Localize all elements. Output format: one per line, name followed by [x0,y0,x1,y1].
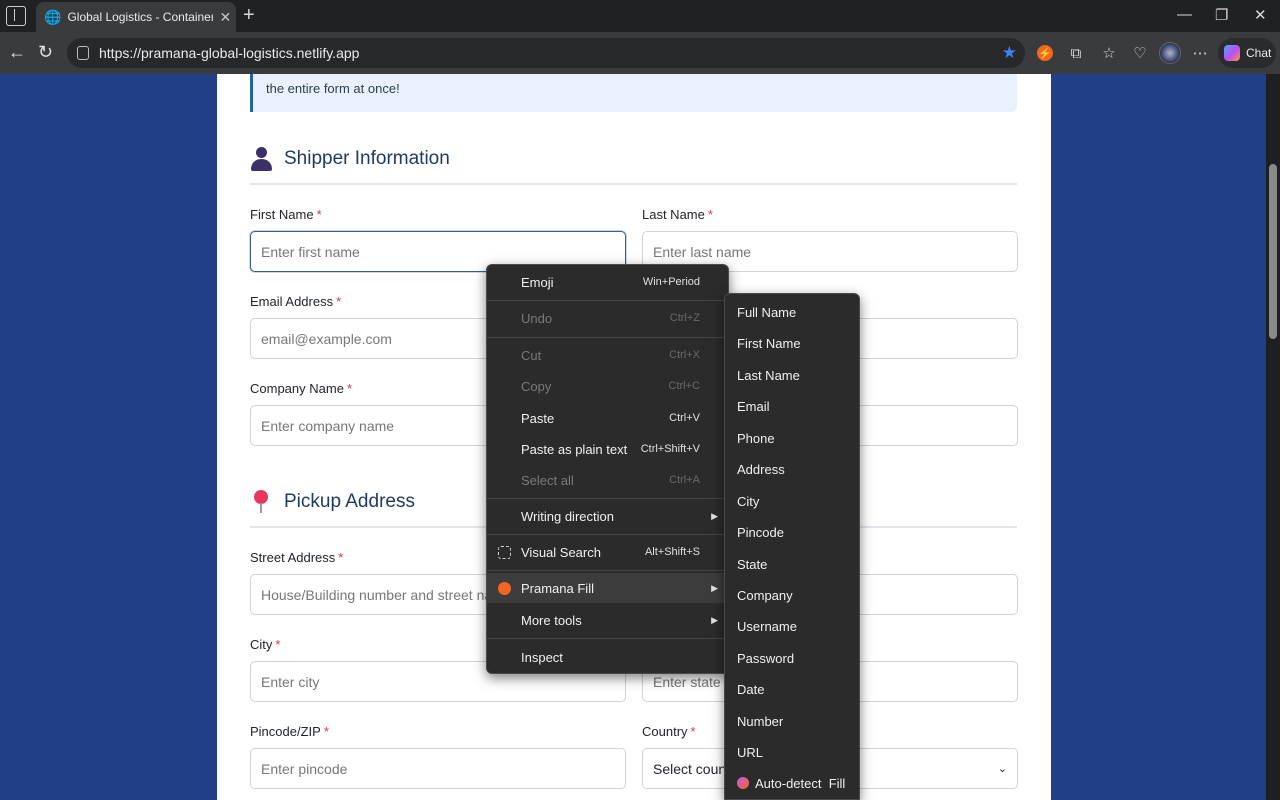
first-name-placeholder: Enter first name [261,243,360,260]
pickup-section-title: Pickup Address [250,490,415,514]
submenu-item-company[interactable]: Company [737,585,793,605]
shipper-section-title: Shipper Information [250,147,450,171]
more-options-icon[interactable]: ⋯ [1190,43,1210,63]
submenu-item-auto-detect[interactable]: Auto-detect Fill [737,773,845,793]
submenu-item-password[interactable]: Password [737,648,794,668]
section-divider [250,183,1017,185]
lock-icon [77,46,89,60]
chevron-right-icon: ▶ [711,614,718,625]
menu-item-pramana-fill[interactable]: Pramana Fill ▶ [487,573,728,603]
info-notice: the entire form at once! [250,74,1017,112]
menu-item-emoji[interactable]: Emoji Win+Period [487,267,728,297]
pincode-placeholder: Enter pincode [261,760,348,777]
extensions-icon[interactable]: ⧉ [1066,43,1086,63]
menu-separator [487,498,728,499]
back-arrow-icon[interactable]: ← [8,41,26,63]
context-menu: Emoji Win+Period Undo Ctrl+Z Cut Ctrl+X Cop… [486,264,729,674]
country-label: Country * [642,724,696,739]
menu-item-paste[interactable]: Paste Ctrl+V [487,403,728,433]
menu-separator [487,570,728,571]
health-icon[interactable]: ♡ [1130,43,1150,63]
email-label: Email Address * [250,294,342,309]
browser-tab[interactable]: 🌐 Global Logistics - Container Shipp ✕ [36,2,236,32]
submenu-item-url[interactable]: URL [737,742,763,762]
state-placeholder: Enter state [653,673,721,690]
menu-item-cut: Cut Ctrl+X [521,347,700,363]
submenu-item-email[interactable]: Email [737,396,770,416]
submenu-item-state[interactable]: State [737,554,767,574]
city-label: City * [250,637,281,652]
tab-close-icon[interactable]: ✕ [219,9,231,26]
chevron-right-icon: ▶ [711,582,718,593]
scrollbar-thumb[interactable] [1269,164,1277,339]
auto-detect-icon [737,777,749,789]
auto-detect-label: Auto-detect Fill [755,775,846,791]
country-value: Select countr [653,760,735,777]
menu-item-more-tools[interactable]: More tools ▶ [487,605,728,635]
visual-search-icon [498,545,511,559]
browser-toolbar: ← ↻ https://pramana-global-logistics.net… [0,32,1280,74]
pramana-fill-submenu: Full Name First Name Last Name Email Pho… [724,293,860,800]
browser-titlebar: 🌐 Global Logistics - Container Shipp ✕ +… [0,0,1280,32]
menu-item-undo: Undo Ctrl+Z [521,310,700,326]
menu-item-paste-plain[interactable]: Paste as plain text Ctrl+Shift+V [487,434,728,464]
refresh-icon[interactable]: ↻ [38,41,53,63]
city-placeholder: Enter city [261,673,320,690]
pramana-extension-icon[interactable]: ⚡ [1037,45,1053,61]
submenu-item-full-name[interactable]: Full Name [737,302,796,322]
first-name-label: First Name * [250,207,322,222]
restore-button[interactable]: ❐ [1215,6,1228,24]
last-name-placeholder: Enter last name [653,243,752,260]
favorites-icon[interactable]: ☆ [1099,43,1119,63]
notice-text: the entire form at once! [266,81,400,96]
submenu-item-date[interactable]: Date [737,679,764,699]
submenu-item-city[interactable]: City [737,491,759,511]
close-window-button[interactable]: ✕ [1254,6,1267,24]
favorite-star-icon[interactable]: ★ [1002,43,1017,63]
company-placeholder: Enter company name [261,417,395,434]
submenu-item-last-name[interactable]: Last Name [737,365,800,385]
chat-label: Chat [1246,46,1272,60]
last-name-label: Last Name * [642,207,713,222]
submenu-item-phone[interactable]: Phone [737,428,775,448]
menu-item-inspect[interactable]: Inspect [487,642,728,672]
submenu-item-number[interactable]: Number [737,711,783,731]
map-pin-icon [253,490,269,514]
street-label: Street Address * [250,550,344,565]
profile-avatar[interactable] [1159,42,1181,64]
street-placeholder: House/Building number and street name [261,586,512,603]
address-bar[interactable]: https://pramana-global-logistics.netlify… [67,38,1025,68]
submenu-item-username[interactable]: Username [737,616,797,636]
chevron-right-icon: ▶ [711,510,718,521]
menu-item-copy: Copy Ctrl+C [521,378,700,394]
tab-title: Global Logistics - Container Shipp [67,10,214,24]
menu-item-select-all: Select all Ctrl+A [521,472,700,488]
pramana-icon [498,581,511,595]
submenu-item-address[interactable]: Address [737,459,785,479]
person-icon [250,147,272,171]
email-placeholder: email@example.com [261,330,392,347]
submenu-item-pincode[interactable]: Pincode [737,522,784,542]
copilot-chat-button[interactable]: Chat [1218,38,1276,68]
pincode-label: Pincode/ZIP * [250,724,329,739]
new-tab-button[interactable]: + [243,4,255,26]
menu-item-writing-direction[interactable]: Writing direction ▶ [487,501,728,531]
pickup-title-text: Pickup Address [284,491,415,512]
globe-icon: 🌐 [44,8,62,25]
menu-separator [487,534,728,535]
tab-actions-icon[interactable] [6,6,26,26]
menu-separator [487,300,728,301]
chevron-down-icon: ⌄ [997,763,1007,775]
menu-separator [487,638,728,639]
menu-item-visual-search[interactable]: Visual Search Alt+Shift+S [487,537,728,567]
company-label: Company Name * [250,381,352,396]
pincode-input[interactable]: Enter pincode [250,748,626,789]
url-text: https://pramana-global-logistics.netlify… [99,45,360,61]
shipper-title-text: Shipper Information [284,148,450,169]
page-scrollbar[interactable] [1266,74,1280,800]
menu-separator [487,337,728,338]
minimize-button[interactable]: — [1177,6,1192,23]
copilot-icon [1224,45,1240,61]
submenu-item-first-name[interactable]: First Name [737,333,801,353]
